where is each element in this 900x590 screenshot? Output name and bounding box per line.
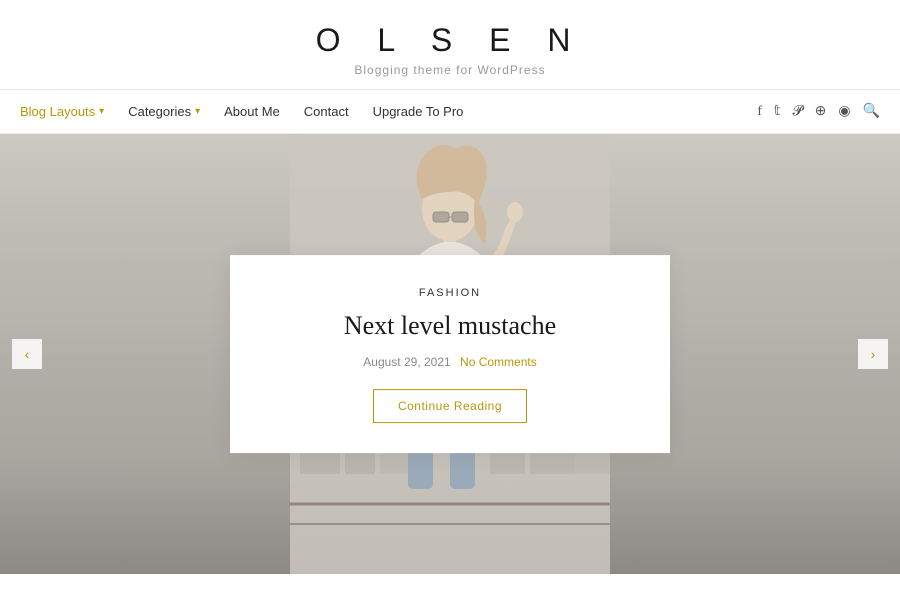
chevron-down-icon: ▾: [195, 106, 200, 117]
slider-next-button[interactable]: ›: [858, 339, 888, 369]
slider-prev-button[interactable]: ‹: [12, 339, 42, 369]
nav-item-about-me[interactable]: About Me: [224, 104, 280, 119]
nav-left: Blog Layouts ▾ Categories ▾ About Me Con…: [20, 104, 463, 119]
post-title: Next level mustache: [270, 309, 630, 343]
nav-item-blog-layouts[interactable]: Blog Layouts ▾: [20, 104, 104, 119]
hero-slider: ‹ › Fashion Next level mustache August 2…: [0, 134, 900, 574]
nav-item-categories[interactable]: Categories ▾: [128, 104, 200, 119]
site-header: O L S E N Blogging theme for WordPress: [0, 0, 900, 90]
chevron-down-icon: ▾: [99, 106, 104, 117]
site-tagline: Blogging theme for WordPress: [0, 63, 900, 77]
globe-icon[interactable]: ⊕: [815, 103, 827, 120]
facebook-icon[interactable]: f: [757, 104, 762, 120]
post-comments: No Comments: [460, 355, 537, 369]
nav-bar: Blog Layouts ▾ Categories ▾ About Me Con…: [0, 90, 900, 134]
post-date: August 29, 2021: [363, 355, 450, 369]
post-card: Fashion Next level mustache August 29, 2…: [230, 255, 670, 453]
pinterest-icon[interactable]: 𝓟: [793, 104, 803, 120]
site-title: O L S E N: [0, 22, 900, 59]
continue-reading-button[interactable]: Continue Reading: [373, 389, 527, 423]
nav-right: f 𝕥 𝓟 ⊕ ◉ 🔍: [757, 103, 880, 120]
search-icon[interactable]: 🔍: [863, 103, 880, 120]
post-meta: August 29, 2021 No Comments: [270, 355, 630, 369]
nav-item-upgrade[interactable]: Upgrade To Pro: [373, 104, 464, 119]
post-category: Fashion: [270, 287, 630, 299]
rss-icon[interactable]: ◉: [838, 103, 850, 120]
twitter-icon[interactable]: 𝕥: [774, 103, 781, 120]
nav-item-contact[interactable]: Contact: [304, 104, 349, 119]
